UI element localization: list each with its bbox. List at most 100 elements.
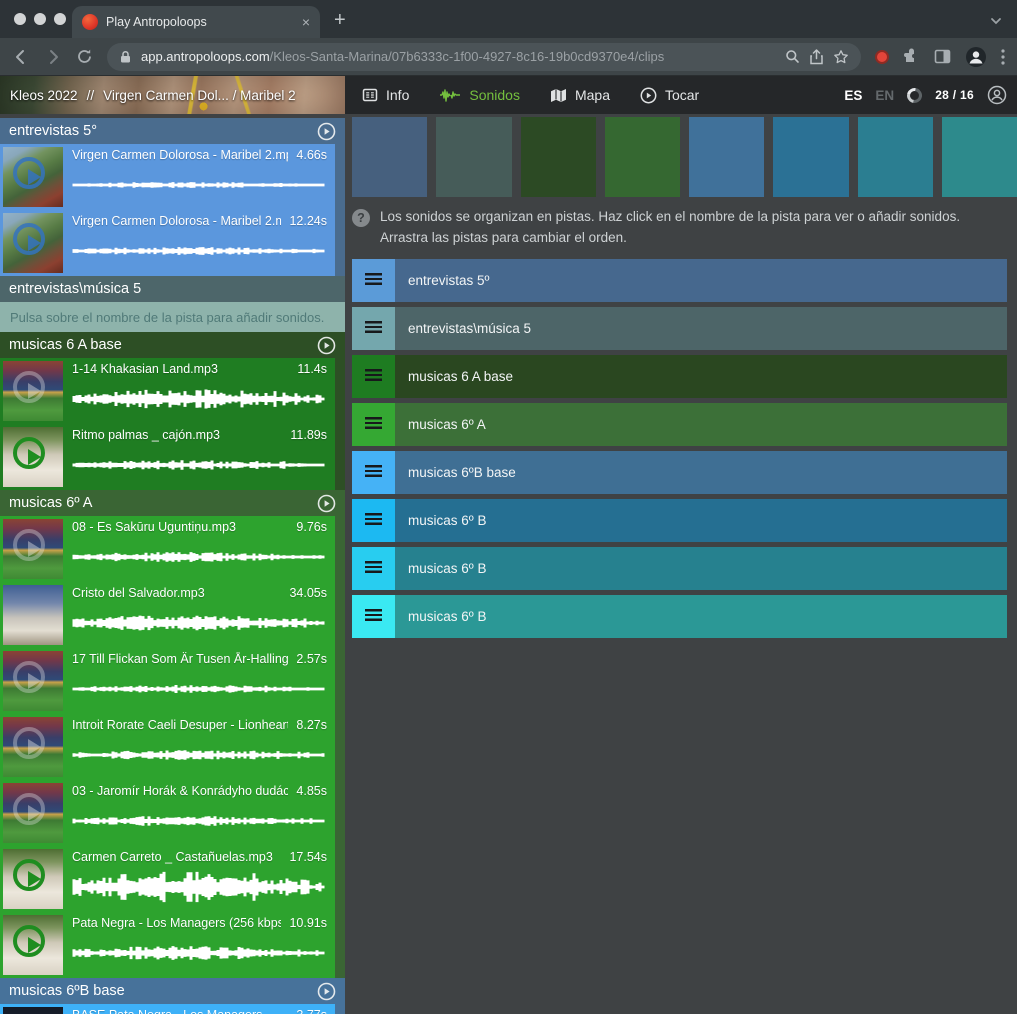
clip-waveform[interactable] bbox=[72, 538, 327, 578]
track-row[interactable]: musicas 6ºB base bbox=[352, 451, 1007, 494]
tab-close-icon[interactable]: × bbox=[302, 15, 310, 29]
clip-waveform[interactable] bbox=[72, 166, 327, 206]
nav-item-info[interactable]: Info bbox=[362, 87, 409, 103]
nav-item-tocar[interactable]: Tocar bbox=[640, 87, 699, 104]
language-en-button[interactable]: EN bbox=[875, 88, 894, 103]
palette-swatch[interactable] bbox=[689, 117, 764, 197]
clip-waveform[interactable] bbox=[72, 604, 327, 644]
clip-thumbnail-player[interactable] bbox=[3, 519, 63, 579]
address-bar[interactable]: app.antropoloops.com/Kleos-Santa-Marina/… bbox=[107, 43, 861, 71]
language-es-button[interactable]: ES bbox=[844, 88, 862, 103]
clip-thumbnail-balcony[interactable] bbox=[3, 147, 63, 207]
track-drag-handle[interactable] bbox=[352, 307, 395, 350]
clip-item[interactable]: Virgen Carmen Dolorosa - Maribel 2.mp34.… bbox=[0, 144, 335, 210]
track-name-button[interactable]: musicas 6 A base bbox=[395, 355, 1007, 398]
track-drag-handle[interactable] bbox=[352, 355, 395, 398]
track-row[interactable]: musicas 6 A base bbox=[352, 355, 1007, 398]
clip-thumbnail-dog[interactable] bbox=[3, 427, 63, 487]
track-name-button[interactable]: musicas 6ºB base bbox=[395, 451, 1007, 494]
track-name-button[interactable]: musicas 6º B bbox=[395, 595, 1007, 638]
track-row[interactable]: entrevistas\música 5 bbox=[352, 307, 1007, 350]
bookmark-star-icon[interactable] bbox=[833, 49, 849, 65]
clip-item[interactable]: 08 - Es Sakūru Uguntiņu.mp39.76s bbox=[0, 516, 335, 582]
track-drag-handle[interactable] bbox=[352, 547, 395, 590]
reload-button[interactable] bbox=[76, 48, 93, 65]
track-name-button[interactable]: musicas 6º B bbox=[395, 499, 1007, 542]
nav-item-mapa[interactable]: Mapa bbox=[550, 87, 610, 103]
track-row[interactable]: musicas 6º B bbox=[352, 595, 1007, 638]
sidebar-section-header[interactable]: musicas 6 A base bbox=[0, 332, 345, 358]
track-drag-handle[interactable] bbox=[352, 499, 395, 542]
clip-thumbnail-player[interactable] bbox=[3, 783, 63, 843]
zoom-magnifier-icon[interactable] bbox=[785, 49, 800, 64]
side-panel-icon[interactable] bbox=[934, 48, 951, 65]
palette-swatch[interactable] bbox=[352, 117, 427, 197]
track-row[interactable]: musicas 6º B bbox=[352, 547, 1007, 590]
clip-waveform[interactable] bbox=[72, 868, 327, 908]
new-tab-button[interactable]: + bbox=[334, 10, 346, 30]
clip-item[interactable]: Carmen Carreto _ Castañuelas.mp317.54s bbox=[0, 846, 335, 912]
track-name-button[interactable]: musicas 6º A bbox=[395, 403, 1007, 446]
track-drag-handle[interactable] bbox=[352, 259, 395, 302]
track-drag-handle[interactable] bbox=[352, 451, 395, 494]
clip-thumbnail-monkey[interactable] bbox=[3, 585, 63, 645]
breadcrumb-trail[interactable]: Virgen Carmen Dol... / Maribel 2 bbox=[103, 88, 296, 103]
map-preview-thumbnail[interactable]: Kleos 2022 // Virgen Carmen Dol... / Mar… bbox=[0, 76, 345, 114]
clip-waveform[interactable] bbox=[72, 446, 327, 486]
track-drag-handle[interactable] bbox=[352, 595, 395, 638]
clip-item[interactable]: BASE Pata Negra - Los Managers3.77s bbox=[0, 1004, 335, 1014]
clip-item[interactable]: 1-14 Khakasian Land.mp311.4s bbox=[0, 358, 335, 424]
section-play-button[interactable] bbox=[317, 122, 336, 141]
back-button[interactable] bbox=[12, 48, 30, 66]
breadcrumb-project[interactable]: Kleos 2022 bbox=[10, 88, 78, 103]
tab-search-chevron-icon[interactable] bbox=[989, 14, 1003, 33]
window-close-button[interactable] bbox=[14, 13, 26, 25]
palette-swatch[interactable] bbox=[942, 117, 1017, 197]
sidebar-section-header[interactable]: entrevistas\música 5 bbox=[0, 276, 345, 302]
clip-thumbnail-dog[interactable] bbox=[3, 849, 63, 909]
clip-item[interactable]: Pata Negra - Los Managers (256 kbps).mp3… bbox=[0, 912, 335, 978]
browser-menu-kebab-icon[interactable] bbox=[1001, 49, 1005, 65]
clip-item[interactable]: Cristo del Salvador.mp334.05s bbox=[0, 582, 335, 648]
sidebar-section-header[interactable]: musicas 6ºB base bbox=[0, 978, 345, 1004]
clip-waveform[interactable] bbox=[72, 802, 327, 842]
clip-item[interactable]: Ritmo palmas _ cajón.mp311.89s bbox=[0, 424, 335, 490]
clip-thumbnail-dog[interactable] bbox=[3, 915, 63, 975]
track-name-button[interactable]: musicas 6º B bbox=[395, 547, 1007, 590]
palette-swatch[interactable] bbox=[436, 117, 511, 197]
clip-thumbnail-player[interactable] bbox=[3, 651, 63, 711]
clip-item[interactable]: Introit Rorate Caeli Desuper - Lionheart… bbox=[0, 714, 335, 780]
browser-tab[interactable]: Play Antropoloops × bbox=[72, 6, 320, 38]
palette-swatch[interactable] bbox=[773, 117, 848, 197]
palette-swatch[interactable] bbox=[521, 117, 596, 197]
window-zoom-button[interactable] bbox=[54, 13, 66, 25]
palette-swatch[interactable] bbox=[605, 117, 680, 197]
clip-thumbnail-balcony[interactable] bbox=[3, 213, 63, 273]
track-row[interactable]: musicas 6º B bbox=[352, 499, 1007, 542]
clip-thumbnail-player[interactable] bbox=[3, 717, 63, 777]
recording-indicator-icon[interactable] bbox=[875, 50, 889, 64]
account-icon[interactable] bbox=[987, 85, 1007, 105]
clip-waveform[interactable] bbox=[72, 736, 327, 776]
clip-item[interactable]: 03 - Jaromír Horák & Konrádyho dudácká .… bbox=[0, 780, 335, 846]
forward-button[interactable] bbox=[44, 48, 62, 66]
clip-waveform[interactable] bbox=[72, 670, 327, 710]
section-play-button[interactable] bbox=[317, 336, 336, 355]
share-icon[interactable] bbox=[809, 49, 824, 65]
extensions-puzzle-icon[interactable] bbox=[903, 48, 920, 65]
window-minimize-button[interactable] bbox=[34, 13, 46, 25]
clip-waveform[interactable] bbox=[72, 380, 327, 420]
track-drag-handle[interactable] bbox=[352, 403, 395, 446]
lock-icon[interactable] bbox=[119, 50, 132, 64]
clip-item[interactable]: 17 Till Flickan Som Är Tusen År-Halling … bbox=[0, 648, 335, 714]
sidebar-section-header[interactable]: musicas 6º A bbox=[0, 490, 345, 516]
nav-item-sonidos[interactable]: Sonidos bbox=[439, 87, 520, 103]
clip-waveform[interactable] bbox=[72, 232, 327, 272]
track-name-button[interactable]: entrevistas 5º bbox=[395, 259, 1007, 302]
clip-thumbnail-dark[interactable] bbox=[3, 1007, 63, 1014]
section-play-button[interactable] bbox=[317, 982, 336, 1001]
sidebar-section-header[interactable]: entrevistas 5° bbox=[0, 118, 345, 144]
clip-waveform[interactable] bbox=[72, 934, 327, 974]
clip-thumbnail-player[interactable] bbox=[3, 361, 63, 421]
clip-item[interactable]: Virgen Carmen Dolorosa - Maribel 2.mp312… bbox=[0, 210, 335, 276]
